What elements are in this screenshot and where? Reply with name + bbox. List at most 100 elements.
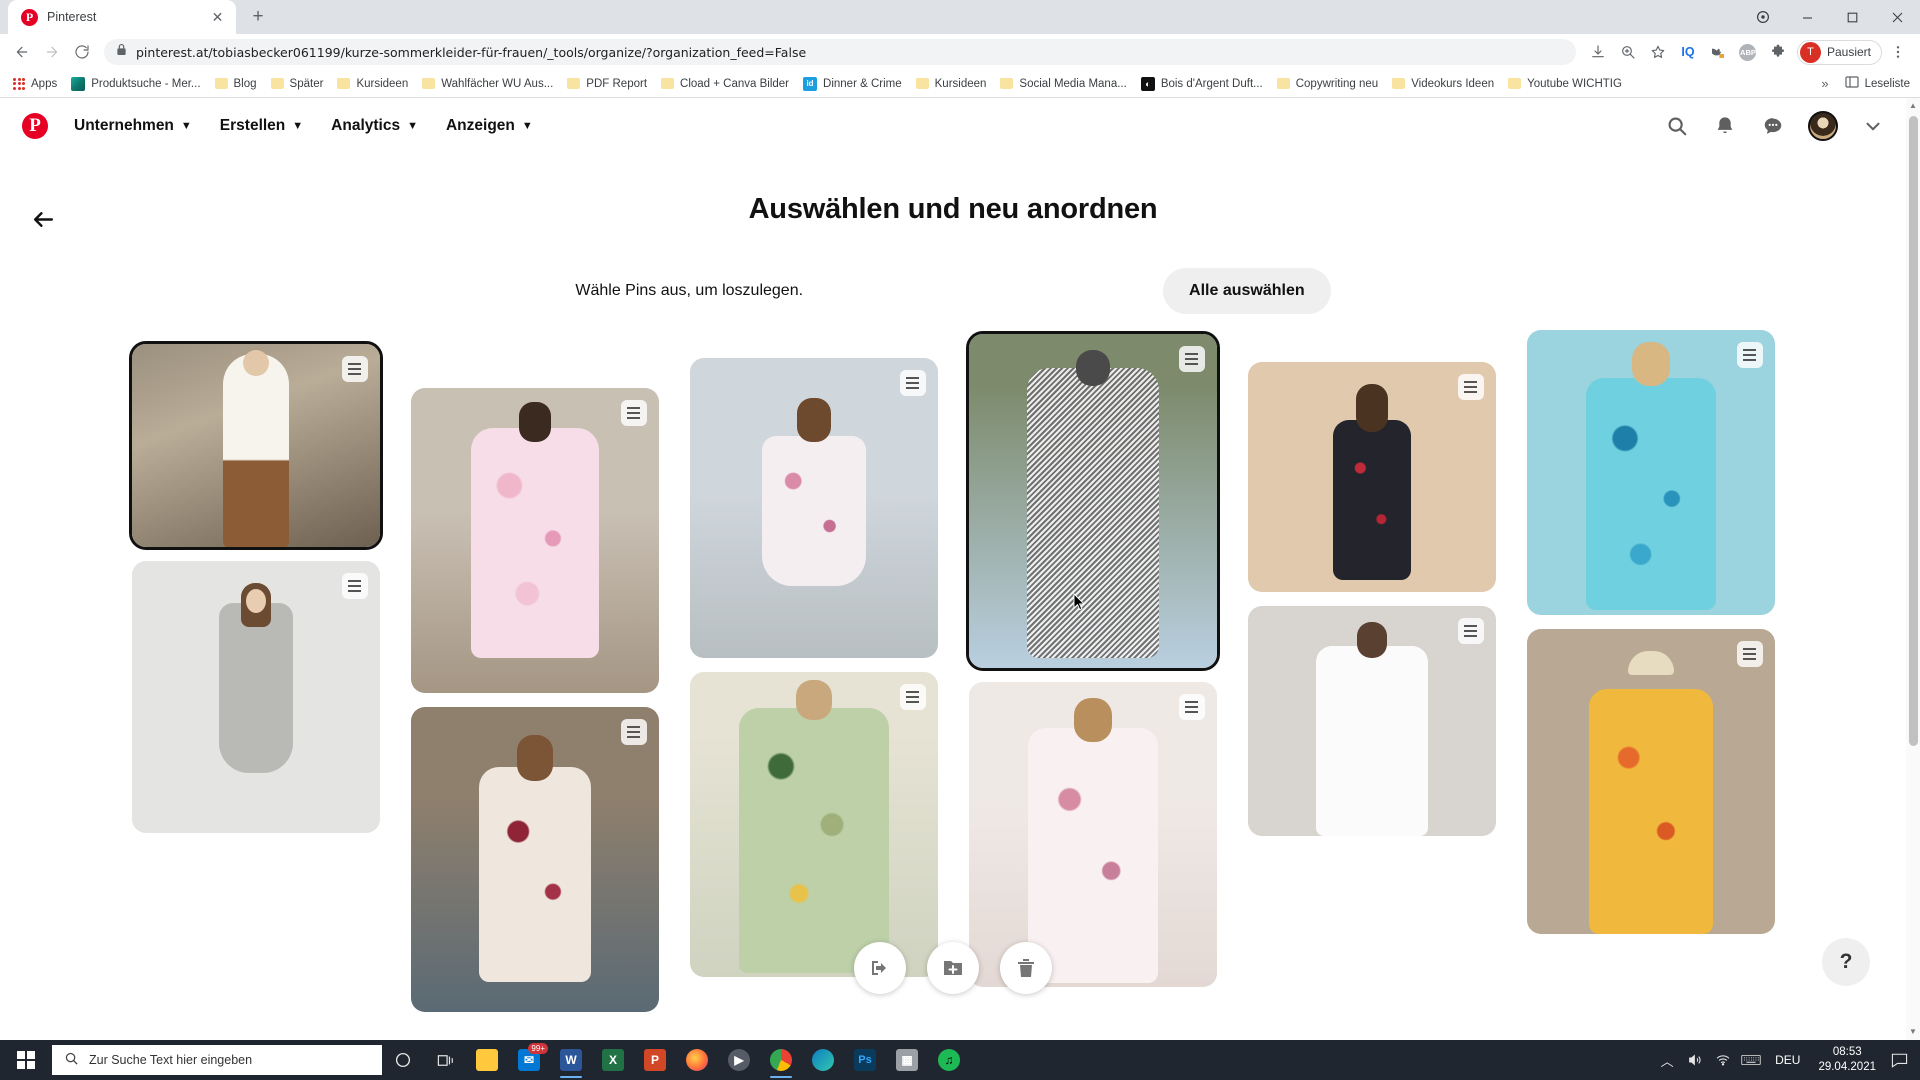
star-icon[interactable] [1644,38,1672,66]
wifi-icon[interactable] [1709,1040,1737,1080]
browser-tab-pinterest[interactable]: P Pinterest ✕ [8,0,236,34]
three-dots-vertical-icon[interactable] [1884,38,1912,66]
nav-unternehmen[interactable]: Unternehmen ▼ [60,109,206,143]
task-view-icon[interactable] [424,1040,466,1080]
pin-card[interactable] [128,341,383,550]
bookmark-item[interactable]: PDF Report [560,75,654,93]
scrollbar-track[interactable]: ▲ ▼ [1906,98,1920,1040]
chevron-up-icon[interactable]: ︿ [1653,1040,1681,1080]
taskbar-app-spotify[interactable]: ♫ [928,1040,970,1080]
close-icon[interactable]: ✕ [209,9,226,26]
move-into-board-icon[interactable] [854,942,906,994]
extension-abp-icon[interactable]: ABP [1734,38,1762,66]
zoom-magnifier-icon[interactable] [1614,38,1642,66]
language-indicator[interactable]: DEU [1765,1053,1810,1067]
help-button[interactable]: ? [1822,938,1870,986]
extension-iq-icon[interactable]: IQ [1674,38,1702,66]
folder-plus-icon[interactable] [927,942,979,994]
pin-card[interactable] [1526,629,1775,934]
taskbar-app-file-explorer[interactable] [466,1040,508,1080]
scrollbar-thumb[interactable] [1909,116,1918,746]
bookmark-item[interactable]: Später [264,75,331,93]
scroll-down-arrow[interactable]: ▼ [1909,1028,1917,1036]
taskbar-app-firefox[interactable] [676,1040,718,1080]
taskbar-app-powerpoint[interactable]: P [634,1040,676,1080]
bookmark-item[interactable]: Videokurs Ideen [1385,75,1501,93]
drag-handle-icon[interactable] [341,573,368,599]
search-icon[interactable] [1664,113,1690,139]
scroll-up-arrow[interactable]: ▲ [1909,102,1917,110]
trash-icon[interactable] [1000,942,1052,994]
taskbar-app-media-player[interactable]: ▶ [718,1040,760,1080]
bookmark-apps[interactable]: Apps [6,75,64,93]
profile-chip[interactable]: T Pausiert [1796,39,1882,65]
drag-handle-icon[interactable] [620,400,647,426]
clock[interactable]: 08:53 29.04.2021 [1810,1045,1884,1075]
drag-handle-icon[interactable] [899,684,926,710]
chevron-double-right-icon[interactable]: » [1815,76,1834,91]
minimize-icon[interactable] [1785,0,1830,34]
pin-card[interactable] [689,672,938,977]
bookmark-item[interactable]: Wahlfächer WU Aus... [415,75,560,93]
pin-card[interactable] [1526,330,1775,615]
taskbar-app-chrome[interactable] [760,1040,802,1080]
pin-card[interactable] [1247,606,1496,836]
drag-handle-icon[interactable] [1736,342,1763,368]
drag-handle-icon[interactable] [1736,641,1763,667]
bird-icon[interactable] [1704,38,1732,66]
windows-start-icon[interactable] [2,1040,50,1080]
back-icon[interactable] [8,38,36,66]
install-icon[interactable] [1584,38,1612,66]
taskbar-search-input[interactable]: Zur Suche Text hier eingeben [52,1045,382,1075]
bookmark-item[interactable]: Youtube WICHTIG [1501,75,1629,93]
pin-card[interactable] [689,358,938,658]
bookmark-item[interactable]: Kursideen [909,75,994,93]
bookmark-item[interactable]: Copywriting neu [1270,75,1385,93]
taskbar-app-edge[interactable] [802,1040,844,1080]
pin-card[interactable] [1247,362,1496,592]
speaker-icon[interactable] [1681,1040,1709,1080]
select-all-button[interactable]: Alle auswählen [1163,268,1331,314]
maximize-icon[interactable] [1830,0,1875,34]
bell-icon[interactable] [1712,113,1738,139]
chevron-down-icon[interactable] [1860,113,1886,139]
drag-handle-icon[interactable] [1178,694,1205,720]
drag-handle-icon[interactable] [620,719,647,745]
reload-icon[interactable] [68,38,96,66]
drag-handle-icon[interactable] [899,370,926,396]
puzzle-icon[interactable] [1764,38,1792,66]
keyboard-icon[interactable] [1737,1040,1765,1080]
pin-card[interactable] [131,561,380,833]
drag-handle-icon[interactable] [1457,618,1484,644]
nav-erstellen[interactable]: Erstellen ▼ [206,109,317,143]
bookmark-item[interactable]: Social Media Mana... [993,75,1133,93]
bookmark-item[interactable]: Kursideen [330,75,415,93]
bookmark-item[interactable]: Blog [208,75,264,93]
address-bar[interactable]: pinterest.at/tobiasbecker061199/kurze-so… [104,39,1576,65]
taskbar-app-mail[interactable]: ✉ 99+ [508,1040,550,1080]
taskbar-app-word[interactable]: W [550,1040,592,1080]
bookmark-item[interactable]: Cload + Canva Bilder [654,75,796,93]
back-button[interactable] [30,206,56,232]
action-center-icon[interactable] [1884,1040,1914,1080]
pin-card[interactable] [965,331,1220,671]
nav-anzeigen[interactable]: Anzeigen ▼ [432,109,547,143]
chat-bubble-icon[interactable] [1760,113,1786,139]
pin-card[interactable] [410,388,659,693]
nav-analytics[interactable]: Analytics ▼ [317,109,432,143]
drag-handle-icon[interactable] [1457,374,1484,400]
drag-handle-icon[interactable] [1178,346,1205,372]
drag-handle-icon[interactable] [341,356,368,382]
new-tab-button[interactable]: + [244,3,272,31]
taskbar-app-excel[interactable]: X [592,1040,634,1080]
pin-card[interactable] [410,707,659,1012]
settings-dot-icon[interactable] [1740,0,1785,34]
bookmark-item[interactable]: id Dinner & Crime [796,74,909,94]
taskbar-app-photos[interactable]: ▦ [886,1040,928,1080]
taskbar-app-photoshop[interactable]: Ps [844,1040,886,1080]
user-avatar[interactable] [1808,110,1838,141]
forward-icon[interactable] [38,38,66,66]
bookmark-item[interactable]: ◐ Bois d'Argent Duft... [1134,74,1270,94]
pinterest-logo-icon[interactable]: P [22,112,48,139]
cortana-circle-icon[interactable] [382,1040,424,1080]
